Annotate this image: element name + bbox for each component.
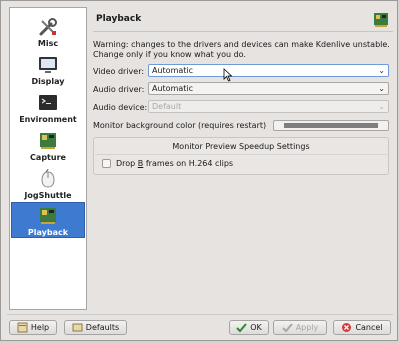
monitor-bg-color-button[interactable] [273, 120, 389, 131]
defaults-icon [72, 323, 83, 332]
monitor-icon [39, 57, 57, 73]
sidebar-item-playback[interactable]: Playback [11, 202, 85, 238]
capture-card-icon [40, 133, 56, 149]
wrench-screwdriver-icon [39, 18, 57, 36]
playback-card-icon [374, 13, 388, 27]
ok-button[interactable]: OK [229, 320, 269, 335]
audio-driver-select[interactable]: Automatic ⌄ [148, 82, 389, 95]
page-title: Playback [96, 14, 142, 24]
sidebar-item-label: Playback [27, 228, 69, 237]
sidebar-item-environment[interactable]: Environment [11, 88, 85, 124]
header-divider [93, 31, 393, 32]
settings-dialog: Misc Display Environment Capture JogShut… [0, 0, 398, 341]
video-driver-select[interactable]: Automatic ⌄ [148, 64, 389, 77]
chevron-down-icon: ⌄ [378, 84, 385, 93]
cancel-icon [342, 323, 352, 332]
playback-card-icon [40, 208, 56, 224]
defaults-button[interactable]: Defaults [64, 320, 127, 335]
audio-driver-value: Automatic [152, 84, 194, 93]
help-book-icon [17, 322, 28, 333]
chevron-down-icon: ⌄ [378, 102, 385, 111]
sidebar-item-label: Capture [30, 153, 66, 162]
mouse-cursor-icon [223, 68, 233, 82]
sidebar-item-capture[interactable]: Capture [11, 126, 85, 162]
warning-text: Warning: changes to the drivers and devi… [93, 40, 390, 59]
audio-device-label: Audio device: [93, 103, 148, 112]
footer-divider [7, 314, 393, 315]
sidebar-item-label: Display [31, 77, 65, 86]
group-divider [95, 154, 387, 155]
drop-b-frames-label[interactable]: Drop B frames on H.264 clips [116, 159, 233, 168]
sidebar: Misc Display Environment Capture JogShut… [9, 7, 87, 310]
checkmark-icon [236, 323, 247, 333]
group-title: Monitor Preview Speedup Settings [172, 142, 310, 151]
jog-shuttle-icon [41, 168, 55, 188]
sidebar-item-label: Environment [19, 115, 77, 124]
sidebar-item-label: JogShuttle [24, 191, 72, 200]
checkmark-icon [281, 323, 293, 333]
cancel-button[interactable]: Cancel [333, 320, 391, 335]
monitor-bg-label: Monitor background color (requires resta… [93, 121, 267, 130]
sidebar-item-jogshuttle[interactable]: JogShuttle [11, 164, 85, 200]
audio-device-value: Default [152, 102, 182, 111]
apply-button: Apply [273, 320, 327, 335]
video-driver-label: Video driver: [93, 67, 145, 76]
audio-device-select: Default ⌄ [148, 100, 389, 113]
sidebar-item-label: Misc [37, 39, 59, 48]
help-button[interactable]: Help [9, 320, 57, 335]
speedup-settings-group: Monitor Preview Speedup Settings Drop B … [93, 137, 389, 175]
color-preview [284, 123, 378, 128]
terminal-icon [39, 95, 57, 110]
chevron-down-icon: ⌄ [378, 66, 385, 75]
video-driver-value: Automatic [152, 66, 194, 75]
sidebar-item-misc[interactable]: Misc [11, 12, 85, 48]
audio-driver-label: Audio driver: [93, 85, 145, 94]
sidebar-item-display[interactable]: Display [11, 50, 85, 86]
drop-b-frames-checkbox[interactable] [102, 159, 111, 168]
